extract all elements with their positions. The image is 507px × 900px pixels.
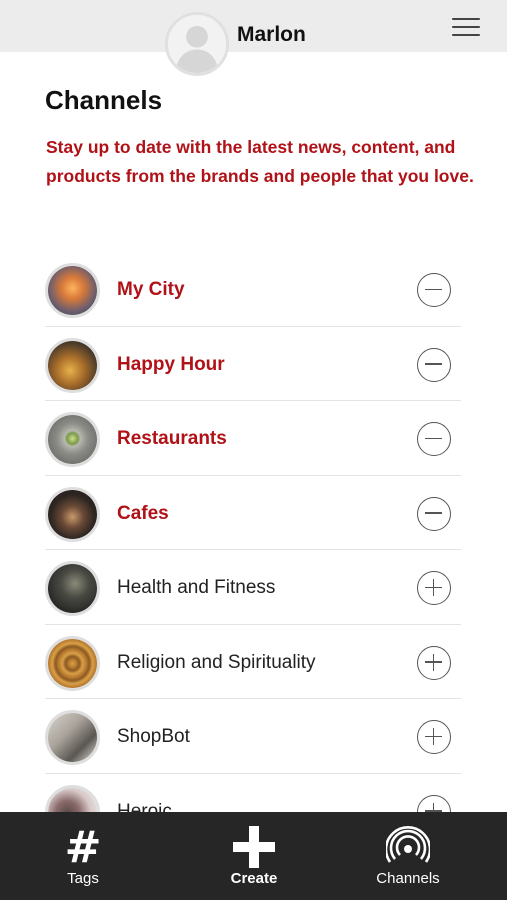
tab-label: Create	[230, 870, 278, 887]
minus-circle-icon[interactable]	[417, 422, 451, 456]
channels-content: Channels Stay up to date with the latest…	[0, 52, 507, 812]
page-description: Stay up to date with the latest news, co…	[46, 137, 474, 186]
channel-name: Happy Hour	[117, 353, 225, 375]
channel-name: Religion and Spirituality	[117, 651, 316, 673]
channel-row-heroic[interactable]: Heroic	[45, 774, 461, 813]
channel-thumbnail	[45, 486, 100, 542]
channel-thumbnail	[45, 710, 100, 765]
hash-icon: #	[64, 822, 102, 873]
channel-list: My City Happy Hour Restaurants Cafes Hea…	[45, 252, 461, 812]
plus-circle-icon[interactable]	[417, 794, 451, 812]
minus-circle-icon[interactable]	[417, 347, 451, 382]
bottom-tab-bar: # Tags Create Channels	[0, 812, 507, 900]
plus-icon	[233, 826, 275, 873]
channel-thumbnail	[45, 263, 100, 318]
user-silhouette-icon	[168, 15, 226, 73]
channel-thumbnail	[45, 561, 100, 616]
channel-row-cafes[interactable]: Cafes	[45, 476, 461, 550]
plus-circle-icon[interactable]	[417, 720, 451, 754]
tab-tags[interactable]: # Tags	[33, 812, 133, 900]
tab-channels[interactable]: Channels	[358, 812, 458, 900]
channel-row-shopbot[interactable]: ShopBot	[45, 699, 461, 774]
channel-name: Heroic	[117, 800, 172, 813]
minus-circle-icon[interactable]	[417, 273, 451, 307]
channel-row-health-and-fitness[interactable]: Health and Fitness	[45, 550, 461, 625]
channel-name: My City	[117, 279, 185, 300]
channel-row-my-city[interactable]: My City	[45, 252, 461, 327]
channel-name: Restaurants	[117, 428, 227, 449]
channel-thumbnail	[45, 784, 100, 812]
plus-circle-icon[interactable]	[417, 645, 451, 680]
tab-label: Tags	[67, 870, 99, 887]
channel-row-happy-hour[interactable]: Happy Hour	[45, 327, 461, 401]
plus-circle-icon[interactable]	[417, 571, 451, 605]
channel-row-restaurants[interactable]: Restaurants	[45, 401, 461, 476]
tab-create[interactable]: Create	[204, 812, 304, 900]
page-title: Channels	[45, 85, 163, 115]
channel-row-religion-and-spirituality[interactable]: Religion and Spirituality	[45, 625, 461, 699]
tab-label: Channels	[376, 870, 440, 887]
channel-thumbnail	[45, 412, 100, 467]
channel-name: ShopBot	[117, 726, 190, 747]
channel-name: Health and Fitness	[117, 577, 276, 598]
avatar[interactable]	[165, 12, 229, 76]
channel-thumbnail	[45, 337, 100, 393]
channel-thumbnail	[45, 635, 100, 691]
minus-circle-icon[interactable]	[417, 496, 451, 531]
channel-name: Cafes	[117, 502, 169, 524]
hamburger-menu-icon[interactable]	[452, 18, 480, 40]
broadcast-icon	[384, 824, 432, 869]
user-name: Marlon	[237, 23, 306, 46]
